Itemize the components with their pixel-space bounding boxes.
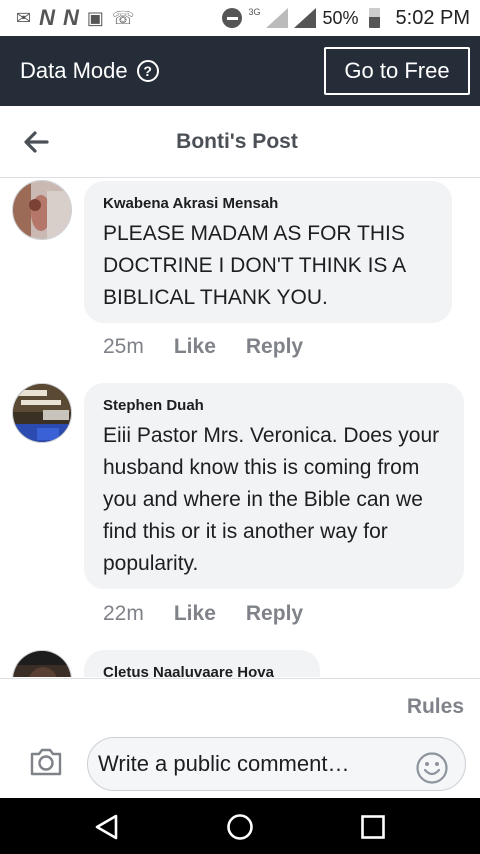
arrow-left-icon[interactable]	[22, 128, 50, 156]
comment-text: PLEASE MADAM AS FOR THIS DOCTRINE I DON'…	[103, 222, 405, 309]
rules-link[interactable]: Rules	[407, 695, 464, 719]
back-triangle-icon[interactable]	[92, 812, 122, 842]
comment-time: 22m	[103, 602, 144, 625]
android-nav-bar	[0, 798, 480, 854]
page-title: Bonti's Post	[176, 129, 298, 153]
comment-author[interactable]: Cletus Naaluvaare Hova	[103, 664, 302, 677]
comment-composer: Write a public comment…	[0, 730, 480, 798]
signal-icon	[266, 8, 289, 28]
comment-time: 25m	[103, 335, 144, 358]
avatar-image	[13, 181, 71, 239]
gallery-icon: ▣	[86, 8, 104, 28]
comment-bubble[interactable]: Stephen Duah Eiii Pastor Mrs. Veronica. …	[84, 383, 464, 589]
avatar-image	[13, 651, 71, 677]
comment-actions: 22m Like Reply	[103, 602, 303, 626]
battery-icon	[368, 8, 380, 28]
home-circle-icon[interactable]	[225, 812, 255, 842]
network-type: 3G	[248, 7, 261, 17]
reply-button[interactable]: Reply	[246, 335, 303, 359]
comment-author[interactable]: Stephen Duah	[103, 397, 446, 414]
comment-actions: 25m Like Reply	[103, 335, 303, 359]
camera-icon[interactable]	[28, 744, 64, 780]
avatar[interactable]	[12, 180, 72, 240]
comment-bubble[interactable]: Cletus Naaluvaare Hova	[84, 650, 320, 677]
comment-bubble[interactable]: Kwabena Akrasi Mensah PLEASE MADAM AS FO…	[84, 181, 452, 323]
rules-row: Rules	[0, 678, 480, 730]
comment-text: Eiii Pastor Mrs. Veronica. Does your hus…	[103, 424, 440, 575]
avatar[interactable]	[12, 650, 72, 677]
clock: 5:02 PM	[395, 6, 470, 29]
comment-input[interactable]: Write a public comment…	[87, 737, 466, 791]
comments-list[interactable]: Kwabena Akrasi Mensah PLEASE MADAM AS FO…	[0, 179, 480, 677]
system-icons: 3G 50% 5:02 PM	[222, 7, 470, 30]
comment-input-placeholder: Write a public comment…	[98, 751, 350, 776]
n-icon: N	[62, 5, 79, 30]
like-button[interactable]: Like	[174, 602, 216, 626]
signal-icon	[294, 8, 317, 28]
like-button[interactable]: Like	[174, 335, 216, 359]
info-icon[interactable]: ?	[136, 60, 159, 82]
post-header: Bonti's Post	[0, 106, 480, 178]
do-not-disturb-icon	[222, 8, 243, 28]
notification-icons: ✉ N N ▣ ☏	[16, 5, 134, 31]
n-icon: N	[39, 5, 55, 30]
whatsapp-icon: ☏	[111, 8, 135, 28]
reply-button[interactable]: Reply	[246, 602, 303, 626]
messenger-icon: ✉	[16, 8, 32, 28]
comment-author[interactable]: Kwabena Akrasi Mensah	[103, 195, 434, 212]
battery-percent: 50%	[322, 7, 359, 28]
data-mode-label: Data Mode	[20, 58, 128, 83]
go-to-free-button[interactable]: Go to Free	[324, 47, 470, 95]
avatar[interactable]	[12, 383, 72, 443]
status-bar: ✉ N N ▣ ☏ 3G 50% 5:02 PM	[0, 0, 480, 36]
avatar-image	[13, 384, 71, 442]
data-mode-bar: Data Mode ? Go to Free	[0, 36, 480, 106]
recents-square-icon[interactable]	[358, 812, 388, 842]
emoji-icon[interactable]	[415, 751, 449, 785]
